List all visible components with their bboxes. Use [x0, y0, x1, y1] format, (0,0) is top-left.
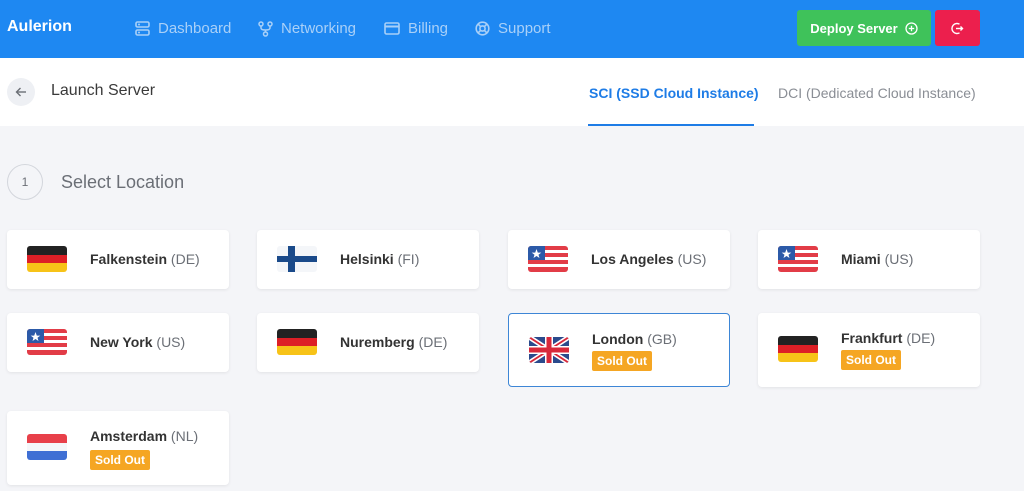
flag-us-icon [778, 246, 818, 272]
location-card-london[interactable]: London (GB) Sold Out [508, 313, 730, 387]
sold-out-badge: Sold Out [90, 450, 150, 470]
flag-gb-icon [529, 337, 569, 363]
country-code: (DE) [418, 334, 448, 350]
step-number: 1 [7, 164, 43, 200]
flag-de-icon [27, 246, 67, 272]
flag-de-icon [778, 336, 818, 362]
city-name: Falkenstein [90, 251, 168, 267]
city-name: New York [90, 334, 153, 350]
location-label: London (GB) [592, 331, 677, 347]
country-code: (US) [884, 251, 914, 267]
nav-item-label: Dashboard [158, 20, 232, 37]
active-tab-indicator [588, 124, 754, 126]
location-label: Falkenstein (DE) [90, 251, 200, 267]
location-label: Miami (US) [841, 251, 913, 267]
country-code: (DE) [906, 330, 936, 346]
page-title: Launch Server [51, 82, 156, 99]
location-card-helsinki[interactable]: Helsinki (FI) [257, 230, 479, 289]
location-card-nuremberg[interactable]: Nuremberg (DE) [257, 313, 479, 372]
location-card-new-york[interactable]: New York (US) [7, 313, 229, 372]
location-label: Los Angeles (US) [591, 251, 706, 267]
country-code: (US) [677, 251, 707, 267]
city-name: Los Angeles [591, 251, 674, 267]
networking-icon [258, 20, 273, 37]
location-card-los-angeles[interactable]: Los Angeles (US) [508, 230, 730, 289]
flag-fi-icon [277, 246, 317, 272]
section-title: Select Location [61, 172, 185, 192]
dashboard-icon [135, 21, 150, 36]
city-name: Helsinki [340, 251, 394, 267]
country-code: (NL) [170, 428, 199, 444]
nav-item-label: Billing [408, 20, 449, 37]
nav-item-label: Networking [281, 20, 357, 37]
tab-sci[interactable]: SCI (SSD Cloud Instance) [589, 85, 759, 101]
country-code: (DE) [170, 251, 200, 267]
flag-de-icon [277, 329, 317, 355]
location-label: Amsterdam (NL) [90, 428, 198, 444]
city-name: London [592, 331, 644, 347]
sold-out-badge: Sold Out [841, 350, 901, 370]
billing-icon [384, 22, 400, 35]
logout-icon [951, 22, 964, 34]
country-code: (US) [156, 334, 186, 350]
tab-dci[interactable]: DCI (Dedicated Cloud Instance) [778, 85, 976, 101]
country-code: (GB) [647, 331, 677, 347]
location-label: New York (US) [90, 334, 185, 350]
plus-circle-icon [905, 21, 918, 35]
location-card-frankfurt[interactable]: Frankfurt (DE) Sold Out [758, 313, 980, 387]
top-navbar: Aulerion Dashboard Networking Billing Su… [0, 0, 1024, 58]
deploy-server-button[interactable]: Deploy Server [797, 10, 931, 46]
city-name: Miami [841, 251, 881, 267]
nav-item-dashboard[interactable]: Dashboard [135, 20, 231, 37]
flag-nl-icon [27, 434, 67, 460]
nav-item-label: Support [498, 20, 551, 37]
brand-logo[interactable]: Aulerion [7, 18, 72, 36]
nav-item-networking[interactable]: Networking [258, 20, 356, 37]
location-card-amsterdam[interactable]: Amsterdam (NL) Sold Out [7, 411, 229, 485]
deploy-server-label: Deploy Server [810, 20, 898, 36]
location-card-falkenstein[interactable]: Falkenstein (DE) [7, 230, 229, 289]
back-button[interactable] [7, 78, 35, 106]
location-label: Frankfurt (DE) [841, 330, 935, 346]
location-card-miami[interactable]: Miami (US) [758, 230, 980, 289]
flag-us-icon [27, 329, 67, 355]
logout-button[interactable] [935, 10, 980, 46]
location-label: Helsinki (FI) [340, 251, 419, 267]
flag-us-icon [528, 246, 568, 272]
arrow-left-icon [15, 87, 26, 97]
nav-item-support[interactable]: Support [475, 20, 551, 37]
city-name: Amsterdam [90, 428, 168, 444]
city-name: Frankfurt [841, 330, 903, 346]
country-code: (FI) [397, 251, 420, 267]
support-icon [475, 21, 490, 36]
page-header: Launch Server SCI (SSD Cloud Instance) D… [0, 58, 1024, 126]
nav-item-billing[interactable]: Billing [384, 20, 448, 37]
city-name: Nuremberg [340, 334, 415, 350]
sold-out-badge: Sold Out [592, 351, 652, 371]
location-label: Nuremberg (DE) [340, 334, 447, 350]
